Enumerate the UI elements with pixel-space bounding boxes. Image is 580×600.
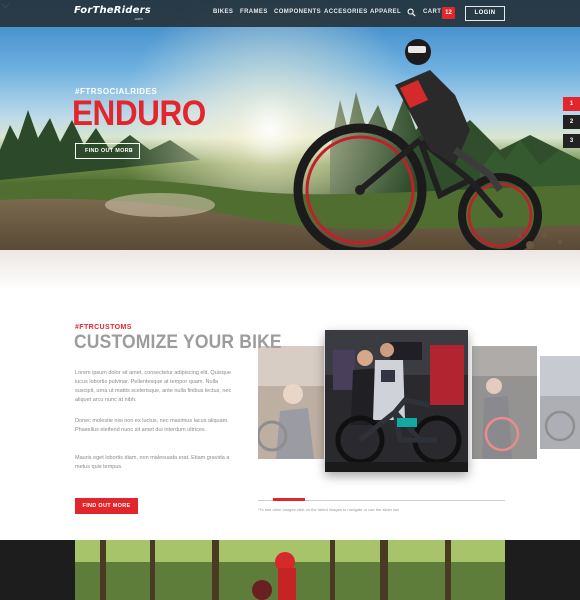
slide-previous[interactable] bbox=[258, 346, 324, 459]
hero-banner: #FTRSOCIALRIDES ENDURO FIND OUT MORE › 1… bbox=[0, 0, 580, 250]
nav-item-components[interactable]: COMPONENTS bbox=[274, 9, 321, 15]
search-icon[interactable] bbox=[407, 8, 416, 17]
nav-item-bikes[interactable]: BIKES bbox=[213, 9, 233, 15]
cart-link[interactable]: CART bbox=[423, 9, 441, 15]
logo-subtext: .com bbox=[134, 16, 143, 21]
slider-note: *To see other images click on the faded … bbox=[258, 507, 399, 512]
section-title: CUSTOMIZE YOUR BIKE bbox=[74, 332, 282, 353]
nav-item-accesories[interactable]: ACCESORIES bbox=[324, 9, 368, 15]
forest-image bbox=[0, 540, 580, 600]
hero-find-out-more-button[interactable]: FIND OUT MORE › bbox=[75, 143, 140, 159]
slide-next[interactable] bbox=[472, 346, 537, 459]
faded-divider bbox=[0, 250, 580, 290]
hero-page-2[interactable]: 2 bbox=[563, 115, 580, 129]
hero-title: ENDURO bbox=[72, 94, 206, 133]
bottom-banner bbox=[0, 540, 580, 600]
image-slider bbox=[258, 330, 580, 480]
hero-page-1[interactable]: 1 bbox=[563, 97, 580, 111]
chevron-right-icon: › bbox=[130, 147, 133, 154]
slide-current bbox=[325, 330, 468, 472]
slider-thumb[interactable] bbox=[273, 498, 305, 501]
paragraph-2: Donec molestie nisi non ex luctus, nec m… bbox=[75, 418, 229, 433]
logo-text: ForTheRiders bbox=[74, 5, 151, 16]
paragraph-3: Mauris eget lobortis diam, non malesuada… bbox=[75, 455, 230, 470]
hero-button-label: FIND OUT MORE bbox=[85, 148, 133, 154]
paragraph-1: Lorem ipsum dolor sit amet, consectetur … bbox=[75, 370, 232, 403]
section-tag: #FTRCUSTOMS bbox=[75, 324, 132, 331]
slide-next-2[interactable] bbox=[540, 356, 580, 449]
top-navigation-bar: ForTheRiders .com BIKES FRAMES COMPONENT… bbox=[0, 0, 580, 27]
logo[interactable]: ForTheRiders .com bbox=[74, 5, 156, 22]
hero-page-3[interactable]: 3 bbox=[563, 134, 580, 148]
login-button[interactable]: LOGIN bbox=[465, 6, 505, 21]
cart-count-badge: 12 bbox=[442, 7, 455, 19]
nav-item-frames[interactable]: FRAMES bbox=[240, 9, 268, 15]
nav-item-apparel[interactable]: APPAREL bbox=[370, 9, 401, 15]
customize-find-out-more-button[interactable]: FIND OUT MORE bbox=[75, 498, 138, 514]
shop-photo bbox=[325, 330, 468, 472]
